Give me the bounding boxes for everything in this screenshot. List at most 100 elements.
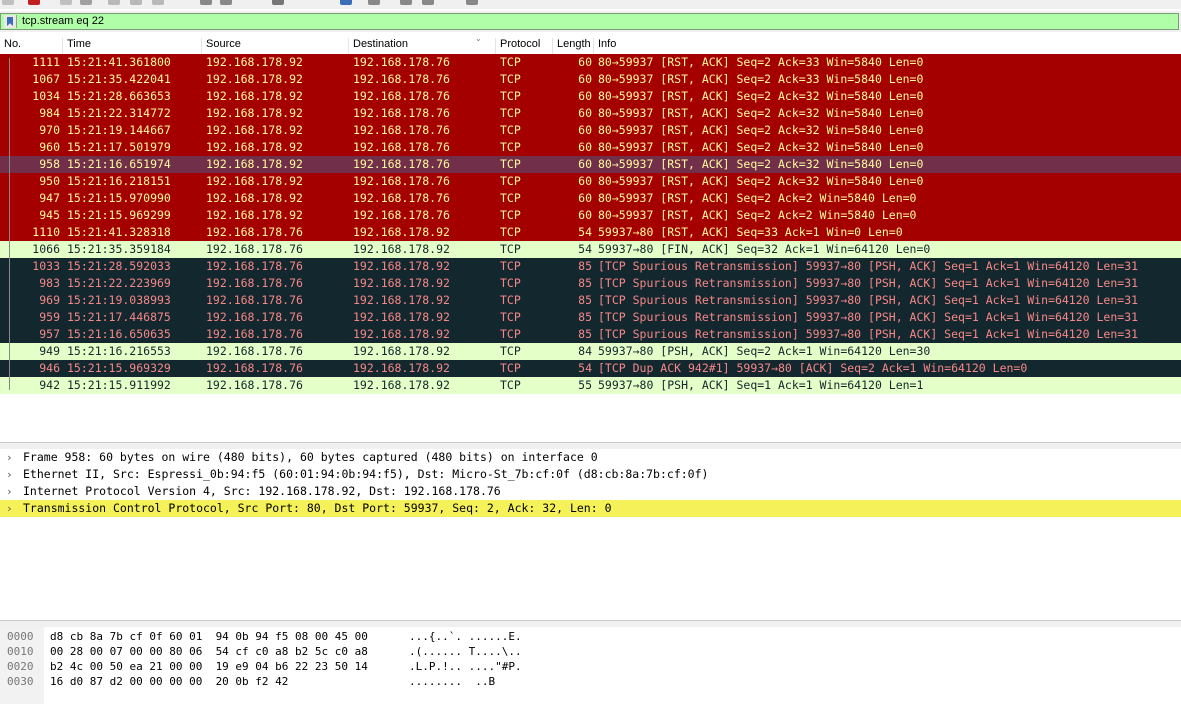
jump-icon[interactable] xyxy=(152,0,164,5)
display-filter-text[interactable]: tcp.stream eq 22 xyxy=(22,15,104,27)
packet-row[interactable]: 960 15:21:17.501979 192.168.178.92 192.168.… xyxy=(0,139,1181,156)
detail-tree-item[interactable]: › Frame 958: 60 bytes on wire (480 bits),… xyxy=(0,449,1181,466)
packet-row[interactable]: 969 15:21:19.038993 192.168.178.76 192.168.… xyxy=(0,292,1181,309)
packet-cell-time: 15:21:35.422041 xyxy=(67,72,171,86)
expand-chevron-icon[interactable]: › xyxy=(6,483,13,500)
packet-row[interactable]: 1066 15:21:35.359184 192.168.178.76 192.168… xyxy=(0,241,1181,258)
column-header-protocol[interactable]: Protocol xyxy=(496,38,553,54)
options-icon[interactable] xyxy=(80,0,92,5)
packet-cell-len: 54 xyxy=(578,361,592,375)
packet-cell-dst: 192.168.178.92 xyxy=(353,361,450,375)
packet-cell-len: 60 xyxy=(578,174,592,188)
packet-row[interactable]: 1067 15:21:35.422041 192.168.178.92 192.168… xyxy=(0,71,1181,88)
detail-text: Internet Protocol Version 4, Src: 192.16… xyxy=(23,484,501,498)
go-back-icon[interactable] xyxy=(108,0,120,5)
close-icon[interactable] xyxy=(28,0,40,5)
packet-row[interactable]: 947 15:21:15.970990 192.168.178.92 192.168.… xyxy=(0,190,1181,207)
packet-cell-dst: 192.168.178.76 xyxy=(353,157,450,171)
first-icon[interactable] xyxy=(200,0,212,5)
resize-columns-icon[interactable] xyxy=(466,0,478,5)
packet-cell-time: 15:21:15.911992 xyxy=(67,378,171,392)
packet-row[interactable]: 945 15:21:15.969299 192.168.178.92 192.168.… xyxy=(0,207,1181,224)
packet-row[interactable]: 959 15:21:17.446875 192.168.178.76 192.168.… xyxy=(0,309,1181,326)
packet-cell-src: 192.168.178.76 xyxy=(206,259,303,273)
packet-cell-len: 60 xyxy=(578,72,592,86)
display-filter-input[interactable]: tcp.stream eq 22 xyxy=(0,13,1179,30)
packet-row[interactable]: 949 15:21:16.216553 192.168.178.76 192.168.… xyxy=(0,343,1181,360)
packet-details-pane[interactable]: › Frame 958: 60 bytes on wire (480 bits),… xyxy=(0,449,1181,619)
zoom-in-icon[interactable] xyxy=(368,0,380,5)
go-forward-icon[interactable] xyxy=(130,0,142,5)
packet-row[interactable]: 1033 15:21:28.592033 192.168.178.76 192.168… xyxy=(0,258,1181,275)
last-icon[interactable] xyxy=(220,0,232,5)
reload-icon[interactable] xyxy=(60,0,72,5)
packet-cell-dst: 192.168.178.76 xyxy=(353,140,450,154)
packet-row[interactable]: 958 15:21:16.651974 192.168.178.92 192.168.… xyxy=(0,156,1181,173)
packet-cell-len: 60 xyxy=(578,89,592,103)
packet-cell-info: 80→59937 [RST, ACK] Seq=2 Ack=33 Win=584… xyxy=(598,72,924,86)
packet-cell-src: 192.168.178.92 xyxy=(206,123,303,137)
packet-cell-time: 15:21:15.969329 xyxy=(67,361,171,375)
hex-dump-row[interactable]: 0010 00 28 00 07 00 00 80 06 54 cf c0 a8 … xyxy=(0,644,1181,659)
hex-dump-row[interactable]: 0030 16 d0 87 d2 00 00 00 00 20 0b f2 42.… xyxy=(0,674,1181,689)
packet-bytes-pane[interactable]: 0000 d8 cb 8a 7b cf 0f 60 01 94 0b 94 f5 … xyxy=(0,627,1181,704)
column-header-source[interactable]: Source ⌄ xyxy=(202,34,482,54)
packet-cell-proto: TCP xyxy=(500,208,521,222)
packet-cell-proto: TCP xyxy=(500,140,521,154)
packet-cell-time: 15:21:16.651974 xyxy=(67,157,171,171)
column-header-info[interactable]: Info xyxy=(594,38,1181,54)
hex-dump-row[interactable]: 0000 d8 cb 8a 7b cf 0f 60 01 94 0b 94 f5 … xyxy=(0,629,1181,644)
colorize-icon[interactable] xyxy=(340,0,352,5)
packet-cell-time: 15:21:41.361800 xyxy=(67,55,171,69)
detail-tree-item[interactable]: › Transmission Control Protocol, Src Port… xyxy=(0,500,1181,517)
packet-list[interactable]: 1111 15:21:41.361800 192.168.178.92 192.168… xyxy=(0,54,1181,440)
packet-row[interactable]: 957 15:21:16.650635 192.168.178.76 192.168.… xyxy=(0,326,1181,343)
packet-cell-time: 15:21:19.038993 xyxy=(67,293,171,307)
packet-row[interactable]: 1034 15:21:28.663653 192.168.178.92 192.168… xyxy=(0,88,1181,105)
autoscroll-icon[interactable] xyxy=(272,0,284,5)
packet-cell-proto: TCP xyxy=(500,344,521,358)
column-header-destination[interactable]: Destination xyxy=(349,38,496,54)
expand-chevron-icon[interactable]: › xyxy=(6,466,13,483)
packet-cell-proto: TCP xyxy=(500,123,521,137)
detail-tree-item[interactable]: › Ethernet II, Src: Espressi_0b:94:f5 (60… xyxy=(0,466,1181,483)
detail-tree-item[interactable]: › Internet Protocol Version 4, Src: 192.1… xyxy=(0,483,1181,500)
packet-cell-dst: 192.168.178.76 xyxy=(353,191,450,205)
open-icon[interactable] xyxy=(2,0,14,5)
packet-cell-src: 192.168.178.76 xyxy=(206,344,303,358)
packet-cell-info: 80→59937 [RST, ACK] Seq=2 Ack=2 Win=5840… xyxy=(598,208,917,222)
packet-cell-len: 60 xyxy=(578,106,592,120)
packet-cell-info: 59937→80 [RST, ACK] Seq=33 Ack=1 Win=0 L… xyxy=(598,225,903,239)
packet-row[interactable]: 946 15:21:15.969329 192.168.178.76 192.168.… xyxy=(0,360,1181,377)
packet-row[interactable]: 983 15:21:22.223969 192.168.178.76 192.168.… xyxy=(0,275,1181,292)
hex-dump-row[interactable]: 0020 b2 4c 00 50 ea 21 00 00 19 e9 04 b6 … xyxy=(0,659,1181,674)
packet-cell-proto: TCP xyxy=(500,361,521,375)
packet-row[interactable]: 970 15:21:19.144667 192.168.178.92 192.168.… xyxy=(0,122,1181,139)
packet-cell-src: 192.168.178.92 xyxy=(206,72,303,86)
packet-cell-dst: 192.168.178.76 xyxy=(353,208,450,222)
packet-row[interactable]: 1111 15:21:41.361800 192.168.178.92 192.168… xyxy=(0,54,1181,71)
hex-bytes: d8 cb 8a 7b cf 0f 60 01 94 0b 94 f5 08 0… xyxy=(50,630,368,643)
packet-row[interactable]: 942 15:21:15.911992 192.168.178.76 192.168.… xyxy=(0,377,1181,394)
packet-cell-src: 192.168.178.76 xyxy=(206,293,303,307)
expand-chevron-icon[interactable]: › xyxy=(6,449,13,466)
zoom-out-icon[interactable] xyxy=(400,0,412,5)
packet-row[interactable]: 984 15:21:22.314772 192.168.178.92 192.168.… xyxy=(0,105,1181,122)
packet-cell-info: [TCP Dup ACK 942#1] 59937→80 [ACK] Seq=2… xyxy=(598,361,1028,375)
packet-row[interactable]: 1110 15:21:41.328318 192.168.178.76 192.168… xyxy=(0,224,1181,241)
column-header-no[interactable]: No. xyxy=(0,38,63,54)
filter-bookmark-icon[interactable] xyxy=(4,15,17,28)
packet-row[interactable]: 950 15:21:16.218151 192.168.178.92 192.168.… xyxy=(0,173,1181,190)
packet-cell-info: [TCP Spurious Retransmission] 59937→80 [… xyxy=(598,276,1139,290)
packet-cell-proto: TCP xyxy=(500,259,521,273)
packet-cell-src: 192.168.178.76 xyxy=(206,310,303,324)
normal-size-icon[interactable] xyxy=(422,0,434,5)
packet-cell-info: [TCP Spurious Retransmission] 59937→80 [… xyxy=(598,327,1139,341)
packet-cell-time: 15:21:28.592033 xyxy=(67,259,171,273)
ascii-bytes: .L.P.!.. ...."#P. xyxy=(409,660,522,673)
column-header-length[interactable]: Length xyxy=(553,38,594,54)
column-header-time[interactable]: Time xyxy=(63,38,202,54)
packet-cell-time: 15:21:16.216553 xyxy=(67,344,171,358)
expand-chevron-icon[interactable]: › xyxy=(6,500,13,517)
packet-cell-dst: 192.168.178.76 xyxy=(353,123,450,137)
